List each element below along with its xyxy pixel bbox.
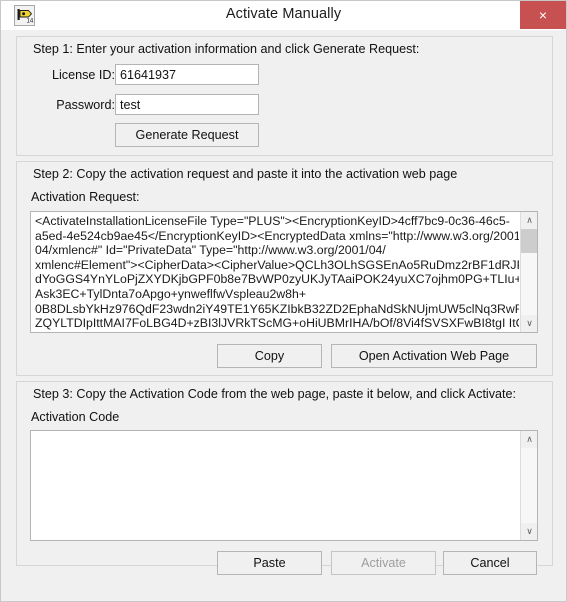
- password-label: Password:: [56, 98, 115, 112]
- window-title: Activate Manually: [225, 6, 342, 22]
- close-icon[interactable]: ×: [520, 1, 566, 29]
- activation-request-scrollbar[interactable]: ∧ ∨: [520, 212, 537, 332]
- password-input[interactable]: [115, 94, 259, 115]
- scroll-up-icon[interactable]: ∧: [521, 431, 537, 448]
- activation-request-text: <ActivateInstallationLicenseFile Type="P…: [35, 214, 519, 331]
- activation-request-label: Activation Request:: [31, 190, 140, 204]
- dialog-body: Step 1: Enter your activation informatio…: [1, 30, 566, 601]
- copy-button[interactable]: Copy: [217, 344, 322, 368]
- step1-heading: Step 1: Enter your activation informatio…: [33, 42, 420, 56]
- scroll-down-icon[interactable]: ∨: [521, 523, 537, 540]
- activation-code-scrollbar[interactable]: ∧ ∨: [520, 431, 537, 540]
- scrollbar-track[interactable]: [521, 229, 537, 315]
- step2-heading: Step 2: Copy the activation request and …: [33, 167, 458, 181]
- paste-button[interactable]: Paste: [217, 551, 322, 575]
- scrollbar-thumb[interactable]: [521, 229, 537, 253]
- scroll-down-icon[interactable]: ∨: [521, 315, 537, 332]
- title-bar: 14 Activate Manually ×: [1, 1, 566, 31]
- license-id-input[interactable]: [115, 64, 259, 85]
- activation-code-label: Activation Code: [31, 410, 120, 424]
- open-activation-web-page-button[interactable]: Open Activation Web Page: [331, 344, 537, 368]
- generate-request-button[interactable]: Generate Request: [115, 123, 259, 147]
- activate-manually-dialog: 14 Activate Manually × Step 1: Enter you…: [0, 0, 567, 602]
- activation-code-text: [31, 431, 519, 540]
- cancel-button[interactable]: Cancel: [443, 551, 537, 575]
- license-id-label: License ID:: [52, 68, 115, 82]
- activation-request-box[interactable]: <ActivateInstallationLicenseFile Type="P…: [30, 211, 538, 333]
- activation-code-box[interactable]: ∧ ∨: [30, 430, 538, 541]
- scrollbar-track[interactable]: [521, 448, 537, 523]
- step3-heading: Step 3: Copy the Activation Code from th…: [33, 387, 517, 401]
- scroll-up-icon[interactable]: ∧: [521, 212, 537, 229]
- activate-button[interactable]: Activate: [331, 551, 436, 575]
